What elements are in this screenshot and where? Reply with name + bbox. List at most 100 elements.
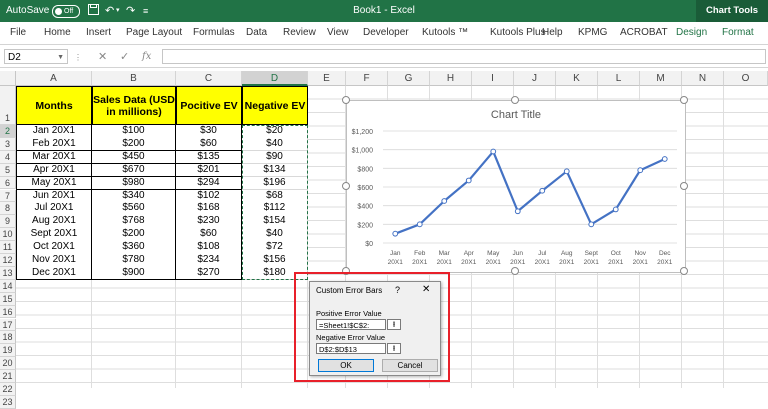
table-cell[interactable]: $30 xyxy=(176,125,242,139)
table-cell[interactable]: Jan 20X1 xyxy=(16,125,92,139)
table-cell[interactable]: $168 xyxy=(176,202,242,216)
row-header[interactable]: 22 xyxy=(0,383,16,396)
column-header[interactable]: M xyxy=(640,71,682,86)
row-header[interactable]: 15 xyxy=(0,292,16,306)
table-cell[interactable]: $200 xyxy=(92,228,176,242)
customize-qat-icon[interactable]: ≡ xyxy=(143,4,148,18)
table-cell[interactable]: $900 xyxy=(92,266,176,281)
row-header[interactable]: 2 xyxy=(0,125,16,138)
table-cell[interactable]: $670 xyxy=(92,163,176,178)
name-box[interactable]: D2 ▼ xyxy=(4,49,68,64)
ribbon-tab[interactable]: Data xyxy=(246,22,267,44)
ribbon-tab[interactable]: ACROBAT xyxy=(620,22,668,44)
resize-handle[interactable] xyxy=(342,182,350,190)
select-all-corner[interactable] xyxy=(0,71,16,86)
close-icon[interactable]: ✕ xyxy=(422,284,430,295)
undo-dropdown-icon[interactable]: ▾ xyxy=(116,4,120,18)
table-cell[interactable]: $72 xyxy=(242,241,308,255)
table-cell[interactable]: $154 xyxy=(242,215,308,229)
row-header[interactable]: 12 xyxy=(0,254,16,267)
ribbon-tab[interactable]: Insert xyxy=(86,22,111,44)
row-header[interactable]: 1 xyxy=(0,86,16,125)
row-header[interactable]: 7 xyxy=(0,189,16,203)
column-header[interactable]: G xyxy=(388,71,430,86)
table-cell[interactable]: $112 xyxy=(242,202,308,216)
table-header-cell[interactable]: Sales Data (USD in millions) xyxy=(92,86,176,125)
table-cell[interactable]: Aug 20X1 xyxy=(16,215,92,229)
table-cell[interactable]: Oct 20X1 xyxy=(16,241,92,255)
chevron-down-icon[interactable]: ▼ xyxy=(57,50,64,65)
column-header[interactable]: O xyxy=(724,71,768,86)
ribbon-tab[interactable]: View xyxy=(327,22,349,44)
row-header[interactable]: 20 xyxy=(0,357,16,371)
row-header[interactable]: 21 xyxy=(0,370,16,383)
ribbon-tab[interactable]: File xyxy=(10,22,26,44)
table-cell[interactable]: $102 xyxy=(176,189,242,203)
row-header[interactable]: 9 xyxy=(0,215,16,229)
resize-handle[interactable] xyxy=(680,96,688,104)
positive-error-input[interactable]: =Sheet1!$C$2: xyxy=(316,319,386,330)
table-cell[interactable]: $360 xyxy=(92,241,176,255)
table-cell[interactable]: $100 xyxy=(92,125,176,139)
ribbon-tab[interactable]: Review xyxy=(283,22,316,44)
table-cell[interactable]: $270 xyxy=(176,266,242,281)
table-cell[interactable]: $340 xyxy=(92,189,176,203)
row-header[interactable]: 14 xyxy=(0,279,16,293)
table-cell[interactable]: $234 xyxy=(176,254,242,268)
table-cell[interactable]: $20 xyxy=(242,125,308,139)
table-cell[interactable]: $60 xyxy=(176,228,242,242)
column-header[interactable]: D xyxy=(242,71,308,86)
row-header[interactable]: 11 xyxy=(0,241,16,254)
table-header-cell[interactable]: Negative EV xyxy=(242,86,308,125)
formula-input[interactable] xyxy=(162,49,766,64)
enter-icon[interactable]: ✓ xyxy=(120,50,129,64)
table-cell[interactable]: May 20X1 xyxy=(16,176,92,191)
negative-error-input[interactable]: D$2:$D$13 xyxy=(316,343,386,354)
table-cell[interactable]: $980 xyxy=(92,176,176,191)
insert-function-icon[interactable]: fx xyxy=(142,50,151,64)
table-cell[interactable]: Nov 20X1 xyxy=(16,254,92,268)
column-header[interactable]: A xyxy=(16,71,92,86)
row-header[interactable]: 4 xyxy=(0,150,16,164)
table-cell[interactable]: Feb 20X1 xyxy=(16,137,92,152)
table-cell[interactable]: $90 xyxy=(242,150,308,165)
row-header[interactable]: 5 xyxy=(0,163,16,177)
ribbon-tab[interactable]: Page Layout xyxy=(126,22,182,44)
ribbon-context-tab[interactable]: Format xyxy=(722,22,754,44)
column-header[interactable]: H xyxy=(430,71,472,86)
table-cell[interactable]: $40 xyxy=(242,228,308,242)
table-cell[interactable]: Jul 20X1 xyxy=(16,202,92,216)
resize-handle[interactable] xyxy=(342,96,350,104)
cancel-button[interactable]: Cancel xyxy=(382,359,438,372)
ok-button[interactable]: OK xyxy=(318,359,374,372)
row-header[interactable]: 3 xyxy=(0,137,16,151)
resize-handle[interactable] xyxy=(680,267,688,275)
table-cell[interactable]: $450 xyxy=(92,150,176,165)
autosave-toggle[interactable]: Off xyxy=(52,5,80,18)
table-cell[interactable]: Jun 20X1 xyxy=(16,189,92,203)
row-header[interactable]: 18 xyxy=(0,331,16,345)
table-cell[interactable]: $560 xyxy=(92,202,176,216)
column-header[interactable]: K xyxy=(556,71,598,86)
ribbon-tab[interactable]: Kutools ™ xyxy=(422,22,468,44)
table-cell[interactable]: $108 xyxy=(176,241,242,255)
collapse-dialog-icon[interactable]: ⭱ xyxy=(387,319,401,330)
resize-handle[interactable] xyxy=(511,96,519,104)
table-header-cell[interactable]: Pocitive EV xyxy=(176,86,242,125)
table-cell[interactable]: $40 xyxy=(242,137,308,152)
row-header[interactable]: 19 xyxy=(0,344,16,358)
ribbon-context-tab[interactable]: Design xyxy=(676,22,707,44)
table-cell[interactable]: $200 xyxy=(92,137,176,152)
column-header[interactable]: L xyxy=(598,71,640,86)
ribbon-tab[interactable]: Developer xyxy=(363,22,409,44)
table-cell[interactable]: $201 xyxy=(176,163,242,178)
resize-handle[interactable] xyxy=(680,182,688,190)
row-header[interactable]: 23 xyxy=(0,395,16,409)
table-cell[interactable]: $60 xyxy=(176,137,242,152)
column-header[interactable]: C xyxy=(176,71,242,86)
row-header[interactable]: 16 xyxy=(0,305,16,319)
cancel-icon[interactable]: ✕ xyxy=(98,50,107,64)
table-cell[interactable]: $134 xyxy=(242,163,308,178)
table-cell[interactable]: Dec 20X1 xyxy=(16,266,92,281)
ribbon-tab[interactable]: Kutools Plus xyxy=(490,22,546,44)
